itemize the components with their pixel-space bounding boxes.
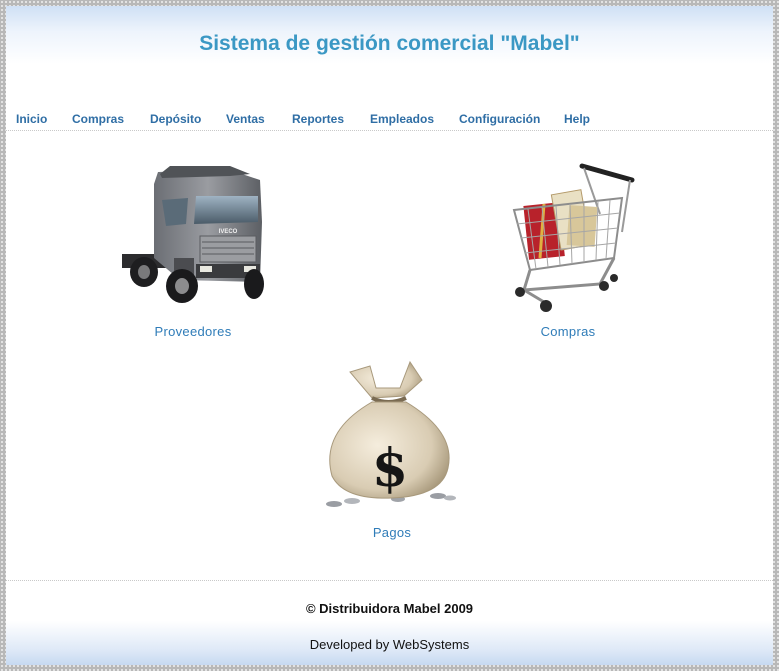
main-nav: Inicio Compras Depósito Ventas Reportes … — [6, 110, 773, 131]
compras-tile-image[interactable] — [504, 158, 636, 313]
nav-item-configuracion[interactable]: Configuración — [459, 112, 540, 126]
pagos-tile-image[interactable]: $ — [310, 358, 460, 512]
page-frame: Sistema de gestión comercial "Mabel" Ini… — [6, 6, 773, 665]
dollar-sign: $ — [372, 438, 408, 499]
pagos-link[interactable]: Pagos — [332, 525, 452, 540]
nav-item-inicio[interactable]: Inicio — [16, 112, 47, 126]
nav-item-empleados[interactable]: Empleados — [370, 112, 434, 126]
shopping-cart-icon — [512, 163, 635, 312]
nav-item-ventas[interactable]: Ventas — [226, 112, 265, 126]
proveedores-link[interactable]: Proveedores — [133, 324, 253, 339]
page-header: Sistema de gestión comercial "Mabel" — [6, 6, 773, 106]
compras-link[interactable]: Compras — [508, 324, 628, 339]
truck-badge: IVECO — [219, 229, 238, 235]
proveedores-tile-image[interactable]: IVECO — [110, 162, 270, 307]
nav-item-reportes[interactable]: Reportes — [292, 112, 344, 126]
footer-developed-by: Developed by WebSystems — [309, 637, 470, 652]
page-title: Sistema de gestión comercial "Mabel" — [199, 32, 580, 55]
truck-icon: IVECO — [122, 166, 264, 303]
nav-item-help[interactable]: Help — [564, 112, 590, 126]
nav-item-deposito[interactable]: Depósito — [150, 112, 201, 126]
footer-copyright: © Distribuidora Mabel 2009 — [305, 601, 474, 616]
money-bag-icon: $ — [326, 360, 456, 507]
page-footer: © Distribuidora Mabel 2009 Developed by … — [6, 581, 773, 665]
nav-item-compras[interactable]: Compras — [72, 112, 124, 126]
